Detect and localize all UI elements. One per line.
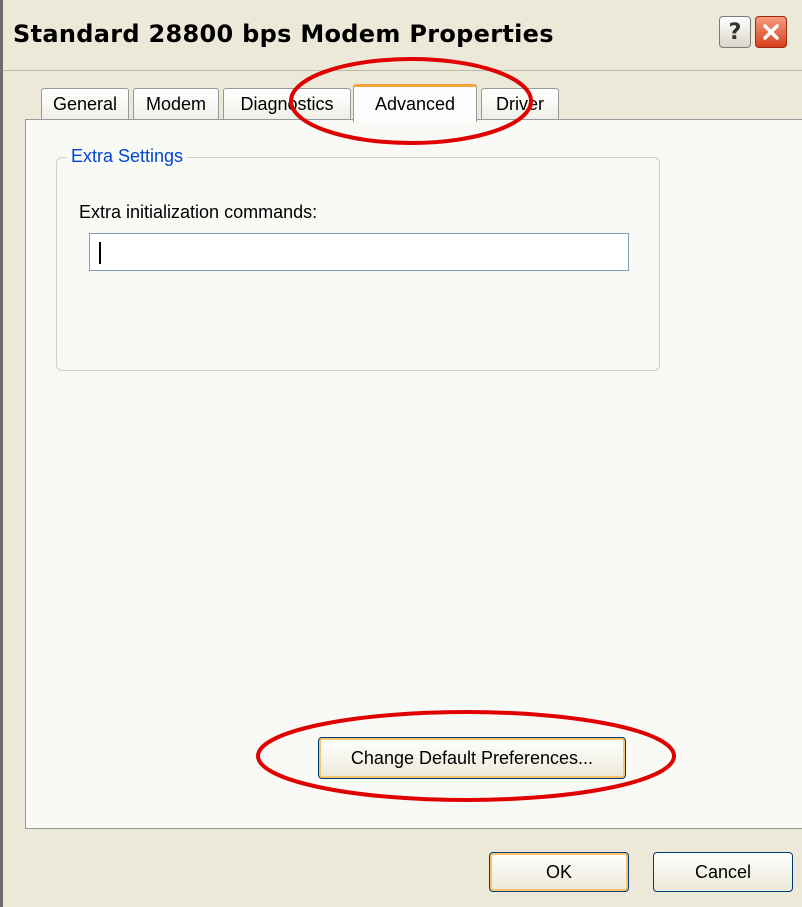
- text-caret: [99, 242, 101, 264]
- tab-general[interactable]: General: [41, 88, 129, 120]
- title-bar[interactable]: Standard 28800 bps Modem Properties ?: [3, 0, 802, 71]
- close-x-icon: [763, 24, 779, 40]
- extra-settings-legend: Extra Settings: [67, 146, 188, 167]
- window-title: Standard 28800 bps Modem Properties: [13, 20, 554, 48]
- advanced-tab-panel: Extra Settings Extra initialization comm…: [25, 119, 802, 829]
- tab-diagnostics[interactable]: Diagnostics: [223, 88, 351, 120]
- extra-init-commands-label: Extra initialization commands:: [79, 202, 318, 222]
- close-button[interactable]: [755, 16, 787, 48]
- help-button[interactable]: ?: [719, 16, 751, 48]
- ok-button[interactable]: OK: [489, 852, 629, 892]
- tab-driver[interactable]: Driver: [481, 88, 559, 120]
- modem-properties-window: Standard 28800 bps Modem Properties ? Ge…: [0, 0, 802, 907]
- tab-modem[interactable]: Modem: [133, 88, 219, 120]
- tab-advanced[interactable]: Advanced: [353, 84, 477, 122]
- change-default-preferences-button[interactable]: Change Default Preferences...: [318, 737, 626, 779]
- cancel-button[interactable]: Cancel: [653, 852, 793, 892]
- extra-settings-group: Extra Settings Extra initialization comm…: [56, 146, 660, 371]
- extra-init-commands-input[interactable]: [89, 233, 629, 271]
